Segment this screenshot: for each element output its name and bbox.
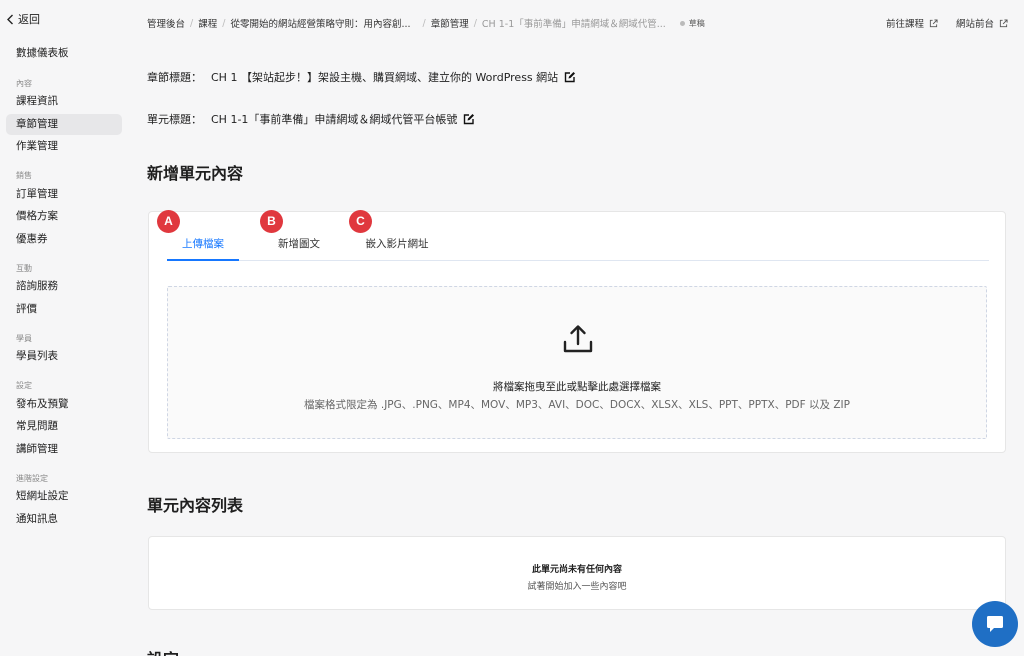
sidebar-section-interaction: 互動 xyxy=(16,264,32,273)
sidebar-item-short-url[interactable]: 短網址設定 xyxy=(6,486,122,507)
back-label: 返回 xyxy=(18,13,40,26)
breadcrumb: 管理後台 / 課程 / 從零開始的網站經營策略守則：用內容創... / 章節管理… xyxy=(147,16,705,31)
breadcrumb-courses[interactable]: 課程 xyxy=(198,16,217,30)
chapter-title-row: 章節標題： CH 1 【架站起步！】架設主機、購買網域、建立你的 WordPre… xyxy=(147,69,576,85)
chapter-title-label: 章節標題： xyxy=(147,71,202,84)
external-link-icon xyxy=(999,18,1008,27)
go-to-course-link[interactable]: 前往課程 xyxy=(886,16,938,30)
sidebar-item-chapter-mgmt[interactable]: 章節管理 xyxy=(6,114,122,135)
drop-zone-format-hint: 檔案格式限定為 .JPG、.PNG、MP4、MOV、MP3、AVI、DOC、DO… xyxy=(304,399,850,411)
drop-zone-title: 將檔案拖曳至此或點擊此處選擇檔案 xyxy=(493,381,661,393)
edit-unit-icon[interactable] xyxy=(463,113,475,125)
sidebar-section-advanced: 進階設定 xyxy=(16,474,48,483)
sidebar-section-sales: 銷售 xyxy=(16,171,32,180)
unit-title-label: 單元標題： xyxy=(147,113,202,126)
settings-heading: 設定 xyxy=(147,646,179,656)
annotation-marker-a: A xyxy=(157,210,180,233)
sidebar-section-settings: 設定 xyxy=(16,381,32,390)
tab-add-rich-text[interactable]: 新增圖文 xyxy=(259,234,339,261)
add-content-card: 上傳檔案 新增圖文 嵌入影片網址 A B C 將檔案拖曳至此或點擊此處選擇檔案 … xyxy=(148,210,1006,453)
breadcrumb-admin[interactable]: 管理後台 xyxy=(147,16,185,30)
sidebar-item-consulting[interactable]: 諮詢服務 xyxy=(6,276,122,297)
sidebar-item-pricing[interactable]: 價格方案 xyxy=(6,206,122,227)
site-front-label: 網站前台 xyxy=(955,19,994,30)
empty-state-subtitle: 試著開始加入一些內容吧 xyxy=(527,582,627,592)
back-button[interactable]: 返回 xyxy=(6,11,40,27)
external-link-icon xyxy=(929,18,938,27)
upload-icon xyxy=(563,325,593,353)
breadcrumb-course[interactable]: 從零開始的網站經營策略守則：用內容創... xyxy=(230,16,410,30)
tab-upload-file[interactable]: 上傳檔案 xyxy=(167,234,239,261)
sidebar-item-faq[interactable]: 常見問題 xyxy=(6,416,122,437)
sidebar-section-content: 內容 xyxy=(16,79,32,88)
sidebar-item-notifications[interactable]: 通知訊息 xyxy=(6,509,122,530)
file-drop-zone[interactable]: 將檔案拖曳至此或點擊此處選擇檔案 檔案格式限定為 .JPG、.PNG、MP4、M… xyxy=(167,286,987,439)
unit-title: CH 1-1「事前準備」申請網域＆網域代管平台帳號 xyxy=(211,113,458,126)
chapter-title: CH 1 【架站起步！】架設主機、購買網域、建立你的 WordPress 網站 xyxy=(211,71,559,84)
empty-state-title: 此單元尚未有任何內容 xyxy=(531,565,622,575)
sidebar-item-course-info[interactable]: 課程資訊 xyxy=(6,91,122,112)
status-label: 草稿 xyxy=(688,18,705,28)
breadcrumb-chapters[interactable]: 章節管理 xyxy=(431,16,469,30)
sidebar-item-coupons[interactable]: 優惠券 xyxy=(6,229,122,250)
sidebar-item-student-list[interactable]: 學員列表 xyxy=(6,346,122,367)
chat-bubble-icon xyxy=(987,616,1003,632)
edit-chapter-icon[interactable] xyxy=(564,71,576,83)
main-content: 管理後台 / 課程 / 從零開始的網站經營策略守則：用內容創... / 章節管理… xyxy=(128,0,1024,656)
sidebar-section-students: 學員 xyxy=(16,334,32,343)
sidebar-item-orders[interactable]: 訂單管理 xyxy=(6,184,122,205)
sidebar-item-reviews[interactable]: 評價 xyxy=(6,299,122,320)
tab-embed-video[interactable]: 嵌入影片網址 xyxy=(352,234,442,261)
breadcrumb-current-unit: CH 1-1「事前準備」申請網域＆網域代管... xyxy=(481,19,666,30)
sidebar-item-homework-mgmt[interactable]: 作業管理 xyxy=(6,136,122,157)
go-to-course-label: 前往課程 xyxy=(885,19,924,30)
status-dot-icon xyxy=(679,20,685,26)
content-tabs: 上傳檔案 新增圖文 嵌入影片網址 xyxy=(167,234,989,261)
content-list-card: 此單元尚未有任何內容 試著開始加入一些內容吧 xyxy=(148,536,1006,610)
add-content-heading: 新增單元內容 xyxy=(147,164,244,183)
site-front-link[interactable]: 網站前台 xyxy=(956,16,1008,30)
top-links: 前往課程 網站前台 xyxy=(886,16,1008,30)
sidebar-item-instructors[interactable]: 講師管理 xyxy=(6,439,122,460)
status-badge: 草稿 xyxy=(679,18,705,29)
annotation-marker-c: C xyxy=(349,210,372,233)
content-list-heading: 單元內容列表 xyxy=(147,496,244,515)
sidebar-item-publish[interactable]: 發布及預覽 xyxy=(6,394,122,415)
annotation-marker-b: B xyxy=(260,210,283,233)
sidebar: 返回 數據儀表板 內容 課程資訊 章節管理 作業管理 銷售 訂單管理 價格方案 … xyxy=(0,0,128,656)
unit-title-row: 單元標題： CH 1-1「事前準備」申請網域＆網域代管平台帳號 xyxy=(147,111,475,127)
chevron-left-icon xyxy=(7,14,13,24)
chat-support-button[interactable] xyxy=(972,601,1018,647)
sidebar-item-dashboard[interactable]: 數據儀表板 xyxy=(6,43,122,64)
